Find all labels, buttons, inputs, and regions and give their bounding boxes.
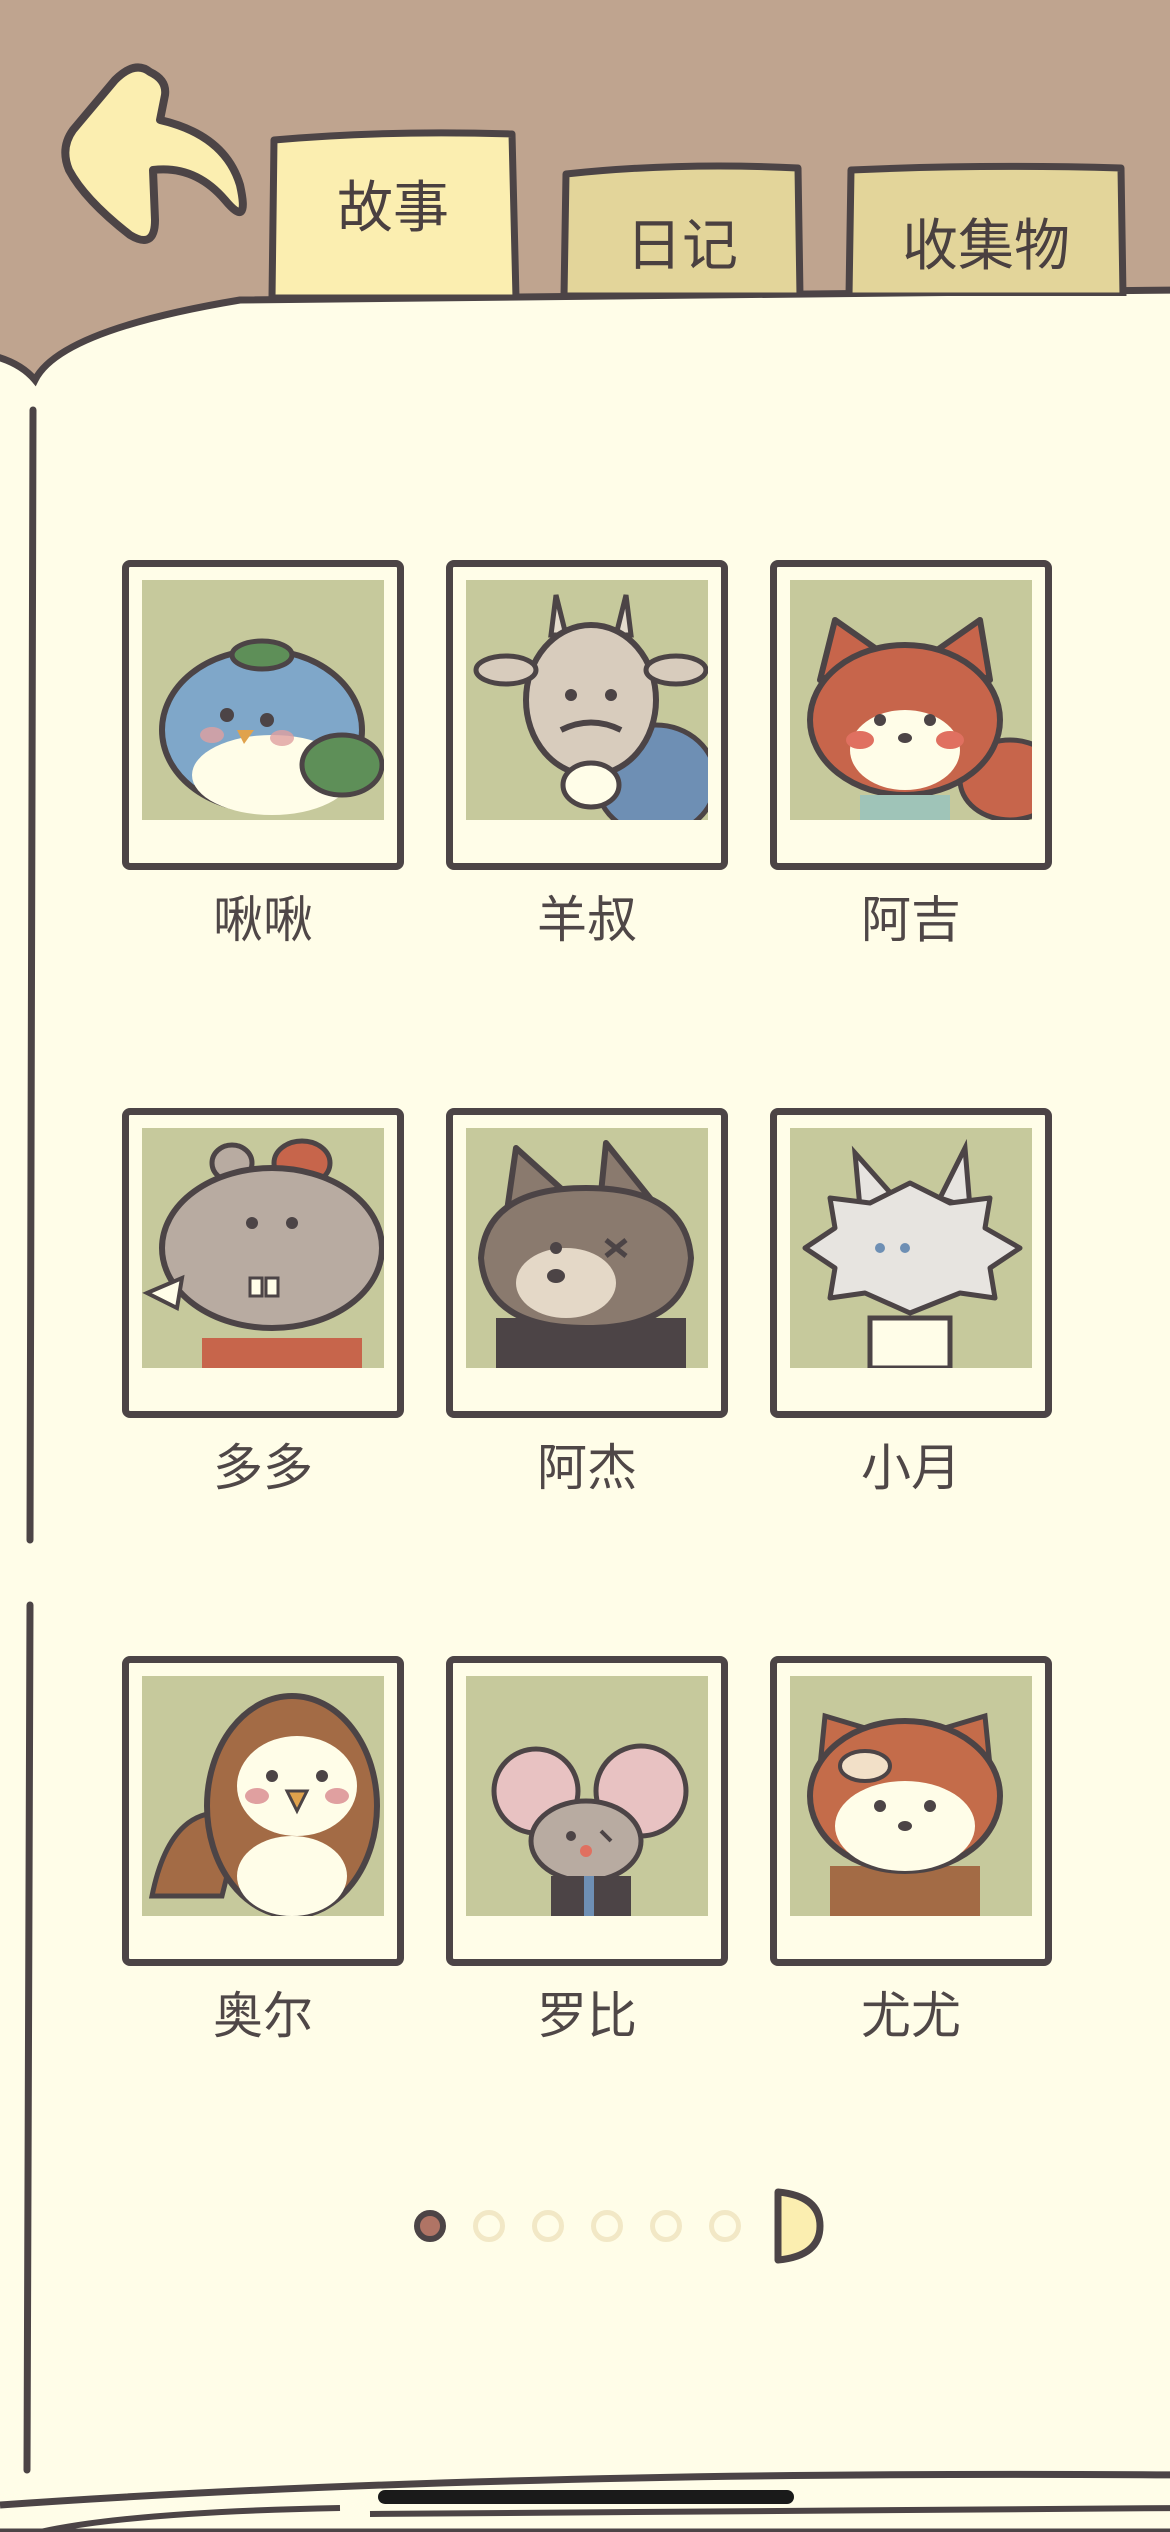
page-dot-6[interactable] [709, 2210, 741, 2242]
character-name: 多多 [213, 1439, 313, 1497]
character-name: 小月 [861, 1439, 961, 1497]
tab-diary-label: 日记 [626, 213, 738, 279]
character-name: 尤尤 [861, 1987, 961, 2045]
polaroid-frame [770, 1108, 1052, 1418]
page-dot-5[interactable] [650, 2210, 682, 2242]
next-page-button[interactable] [772, 2186, 824, 2266]
page-dot-4[interactable] [591, 2210, 623, 2242]
character-name: 阿杰 [537, 1439, 637, 1497]
owl-portrait [142, 1676, 384, 1916]
tab-collection-label: 收集物 [902, 213, 1070, 279]
bluebird-portrait [142, 580, 384, 820]
page-dot-2[interactable] [473, 2210, 505, 2242]
white-fluffy-portrait [790, 1128, 1032, 1368]
goat-portrait [466, 580, 708, 820]
home-indicator[interactable] [378, 2490, 794, 2504]
tab-collection[interactable]: 收集物 [843, 160, 1129, 296]
fox-portrait [790, 580, 1032, 820]
polaroid-frame [446, 1656, 728, 1966]
half-circle-next-icon [774, 2188, 824, 2264]
character-name: 奥尔 [213, 1987, 313, 2045]
character-name: 阿吉 [861, 891, 961, 949]
mouse-portrait [466, 1676, 708, 1916]
character-name: 啾啾 [213, 891, 313, 949]
polaroid-frame [770, 560, 1052, 870]
red-panda-portrait [790, 1676, 1032, 1916]
wolf-portrait [466, 1128, 708, 1368]
polaroid-frame [122, 560, 404, 870]
tab-diary[interactable]: 日记 [558, 160, 806, 296]
polaroid-frame [122, 1108, 404, 1418]
polaroid-frame [446, 560, 728, 870]
polaroid-frame [446, 1108, 728, 1418]
pagination [414, 2186, 824, 2266]
tab-story[interactable]: 故事 [266, 128, 520, 298]
character-name: 罗比 [537, 1987, 637, 2045]
tab-story-label: 故事 [337, 175, 449, 241]
hippo-portrait [142, 1128, 384, 1368]
back-button[interactable] [55, 60, 255, 250]
page-dot-3[interactable] [532, 2210, 564, 2242]
polaroid-frame [770, 1656, 1052, 1966]
collection-screen: 故事 日记 收集物 啾啾 羊叔 阿吉 多多 阿杰 小月 奥尔 罗比 尤尤 [0, 0, 1170, 2532]
page-dot-1[interactable] [414, 2210, 446, 2242]
character-name: 羊叔 [537, 891, 637, 949]
polaroid-frame [122, 1656, 404, 1966]
back-arrow-icon [61, 63, 247, 244]
